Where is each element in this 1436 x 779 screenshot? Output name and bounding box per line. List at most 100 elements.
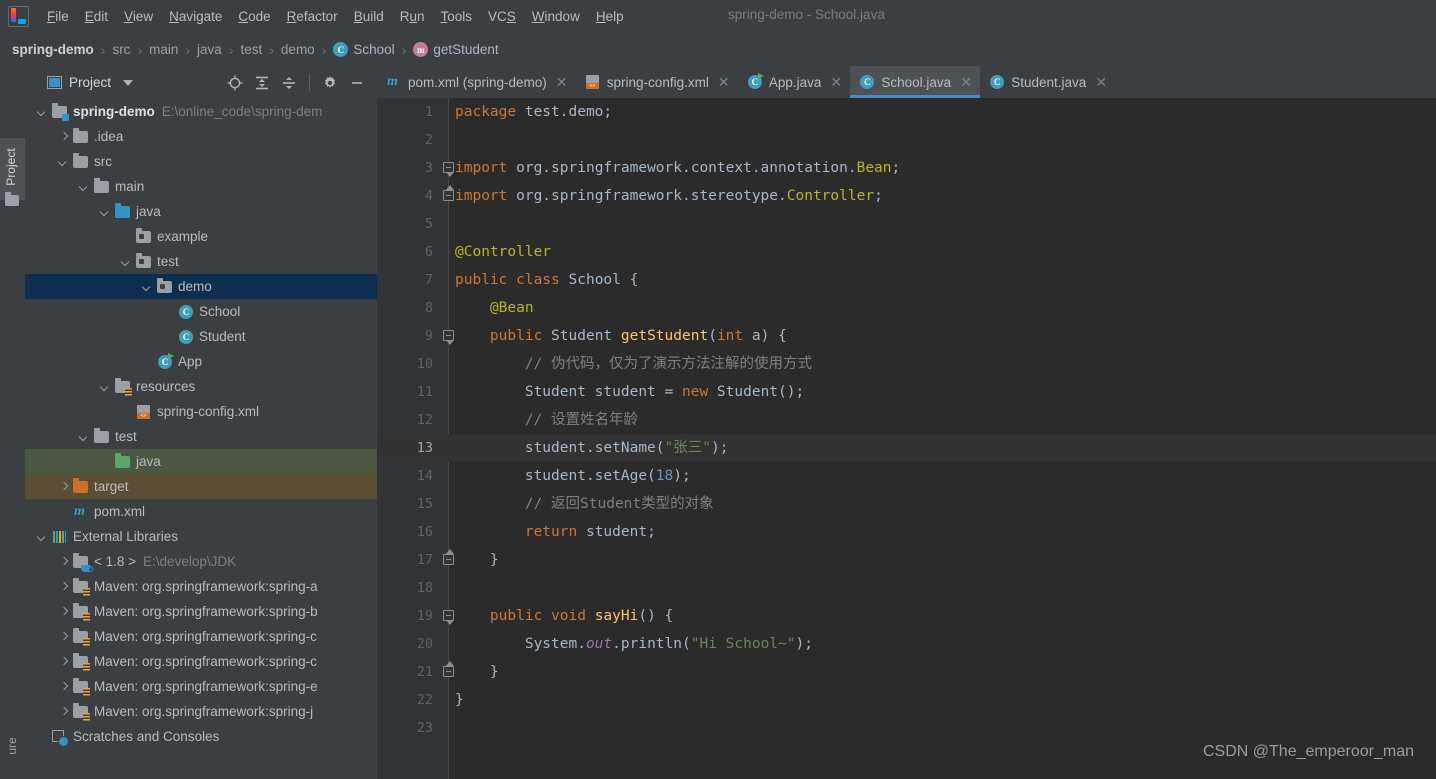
collapse-all-icon[interactable] [277, 71, 301, 95]
code-line[interactable]: 10 // 伪代码，仅为了演示方法注解的使用方式 [377, 350, 1436, 378]
code-line[interactable]: 16 return student; [377, 518, 1436, 546]
menu-item-view[interactable]: View [116, 6, 161, 27]
breadcrumb-item-test[interactable]: test [240, 42, 262, 57]
chevron-right-icon[interactable] [57, 705, 70, 718]
menu-item-code[interactable]: Code [230, 6, 278, 27]
editor-tab-app-java[interactable]: C App.java ✕ [738, 66, 851, 98]
fold-marker[interactable] [443, 154, 454, 182]
code-line[interactable]: 13 student.setName("张三"); [377, 434, 1436, 462]
menu-item-navigate[interactable]: Navigate [161, 6, 230, 27]
code-line[interactable]: 19 public void sayHi() { [377, 602, 1436, 630]
breadcrumb-item-main[interactable]: main [149, 42, 178, 57]
tool-window-button-structure[interactable]: ure [2, 715, 22, 775]
code-line[interactable]: 8 @Bean [377, 294, 1436, 322]
editor-tab-spring-config-xml[interactable]: spring-config.xml ✕ [576, 66, 738, 98]
code-line[interactable]: 2 [377, 126, 1436, 154]
chevron-down-icon[interactable] [123, 79, 134, 86]
tree-node-test[interactable]: test [25, 424, 377, 449]
breadcrumb-item-spring-demo[interactable]: spring-demo [12, 42, 94, 57]
tree-node-spring-demo[interactable]: spring-demo E:\online_code\spring-dem [25, 99, 377, 124]
code-line[interactable]: 12 // 设置姓名年龄 [377, 406, 1436, 434]
code-line[interactable]: 20 System.out.println("Hi School~"); [377, 630, 1436, 658]
breadcrumb-item-src[interactable]: src [112, 42, 130, 57]
menu-item-run[interactable]: Run [392, 6, 433, 27]
tree-node-pom-xml[interactable]: m pom.xml [25, 499, 377, 524]
code-line[interactable]: 23 [377, 714, 1436, 742]
code-line[interactable]: 17 } [377, 546, 1436, 574]
code-line[interactable]: 6 @Controller [377, 238, 1436, 266]
code-line[interactable]: 4 import org.springframework.stereotype.C… [377, 182, 1436, 210]
chevron-right-icon[interactable] [57, 580, 70, 593]
expand-all-icon[interactable] [250, 71, 274, 95]
chevron-right-icon[interactable] [57, 605, 70, 618]
code-line[interactable]: 3 import org.springframework.context.anno… [377, 154, 1436, 182]
menu-item-window[interactable]: Window [524, 6, 588, 27]
tree-node--idea[interactable]: .idea [25, 124, 377, 149]
close-icon[interactable]: ✕ [556, 75, 568, 89]
chevron-right-icon[interactable] [57, 480, 70, 493]
gear-icon[interactable] [318, 71, 342, 95]
tree-node-spring-config-xml[interactable]: spring-config.xml [25, 399, 377, 424]
code-line[interactable]: 14 student.setAge(18); [377, 462, 1436, 490]
tree-node-example[interactable]: example [25, 224, 377, 249]
minimize-icon[interactable] [345, 71, 369, 95]
chevron-right-icon[interactable] [57, 680, 70, 693]
chevron-down-icon[interactable] [78, 430, 91, 443]
code-line[interactable]: 1 package test.demo; [377, 98, 1436, 126]
code-editor[interactable]: 1 package test.demo; 2 3 import org.springfr… [377, 98, 1436, 779]
menu-item-refactor[interactable]: Refactor [279, 6, 346, 27]
editor-tab-student-java[interactable]: C Student.java ✕ [980, 66, 1115, 98]
code-line[interactable]: 7 public class School { [377, 266, 1436, 294]
fold-marker[interactable] [443, 182, 454, 210]
breadcrumb-item-school[interactable]: C School [333, 42, 395, 57]
editor-tab-school-java[interactable]: C School.java ✕ [850, 66, 981, 98]
tree-node-maven-org-springframework-spring-c[interactable]: Maven: org.springframework:spring-c [25, 624, 377, 649]
tool-window-button-project[interactable]: Project [0, 138, 25, 206]
breadcrumb-item-java[interactable]: java [197, 42, 222, 57]
chevron-down-icon[interactable] [36, 530, 49, 543]
tree-node-student[interactable]: C Student [25, 324, 377, 349]
code-line[interactable]: 15 // 返回Student类型的对象 [377, 490, 1436, 518]
tree-node-target[interactable]: target [25, 474, 377, 499]
chevron-down-icon[interactable] [120, 255, 133, 268]
menu-item-file[interactable]: File [39, 6, 77, 27]
close-icon[interactable]: ✕ [830, 75, 842, 89]
tree-node-java[interactable]: java [25, 199, 377, 224]
chevron-down-icon[interactable] [99, 205, 112, 218]
fold-marker[interactable] [443, 602, 454, 630]
chevron-down-icon[interactable] [141, 280, 154, 293]
menu-item-help[interactable]: Help [588, 6, 632, 27]
chevron-right-icon[interactable] [57, 130, 70, 143]
tree-node-app[interactable]: C App [25, 349, 377, 374]
tree-node-scratches-and-consoles[interactable]: Scratches and Consoles [25, 724, 377, 749]
close-icon[interactable]: ✕ [718, 75, 730, 89]
tree-node-main[interactable]: main [25, 174, 377, 199]
tree-node-demo[interactable]: demo [25, 274, 377, 299]
tree-node--1-8-[interactable]: < 1.8 > E:\develop\JDK [25, 549, 377, 574]
editor-tab-pom-xml-spring-demo-[interactable]: m pom.xml (spring-demo) ✕ [377, 66, 576, 98]
chevron-right-icon[interactable] [57, 555, 70, 568]
menu-item-build[interactable]: Build [346, 6, 392, 27]
code-line[interactable]: 21 } [377, 658, 1436, 686]
tree-node-maven-org-springframework-spring-a[interactable]: Maven: org.springframework:spring-a [25, 574, 377, 599]
chevron-down-icon[interactable] [36, 105, 49, 118]
tree-node-resources[interactable]: resources [25, 374, 377, 399]
chevron-down-icon[interactable] [99, 380, 112, 393]
menu-item-tools[interactable]: Tools [433, 6, 481, 27]
code-line[interactable]: 22} [377, 686, 1436, 714]
tree-node-test[interactable]: test [25, 249, 377, 274]
tree-node-java[interactable]: java [25, 449, 377, 474]
breadcrumb-item-getstudent[interactable]: m getStudent [413, 42, 499, 57]
chevron-down-icon[interactable] [57, 155, 70, 168]
close-icon[interactable]: ✕ [1095, 75, 1107, 89]
project-tree[interactable]: spring-demo E:\online_code\spring-dem .ide… [25, 99, 377, 779]
tree-node-external-libraries[interactable]: External Libraries [25, 524, 377, 549]
fold-marker[interactable] [443, 546, 454, 574]
code-line[interactable]: 11 Student student = new Student(); [377, 378, 1436, 406]
tree-node-maven-org-springframework-spring-e[interactable]: Maven: org.springframework:spring-e [25, 674, 377, 699]
tree-node-maven-org-springframework-spring-b[interactable]: Maven: org.springframework:spring-b [25, 599, 377, 624]
menu-item-vcs[interactable]: VCS [480, 6, 524, 27]
fold-marker[interactable] [443, 322, 454, 350]
tree-node-maven-org-springframework-spring-j[interactable]: Maven: org.springframework:spring-j [25, 699, 377, 724]
breadcrumb-item-demo[interactable]: demo [281, 42, 315, 57]
